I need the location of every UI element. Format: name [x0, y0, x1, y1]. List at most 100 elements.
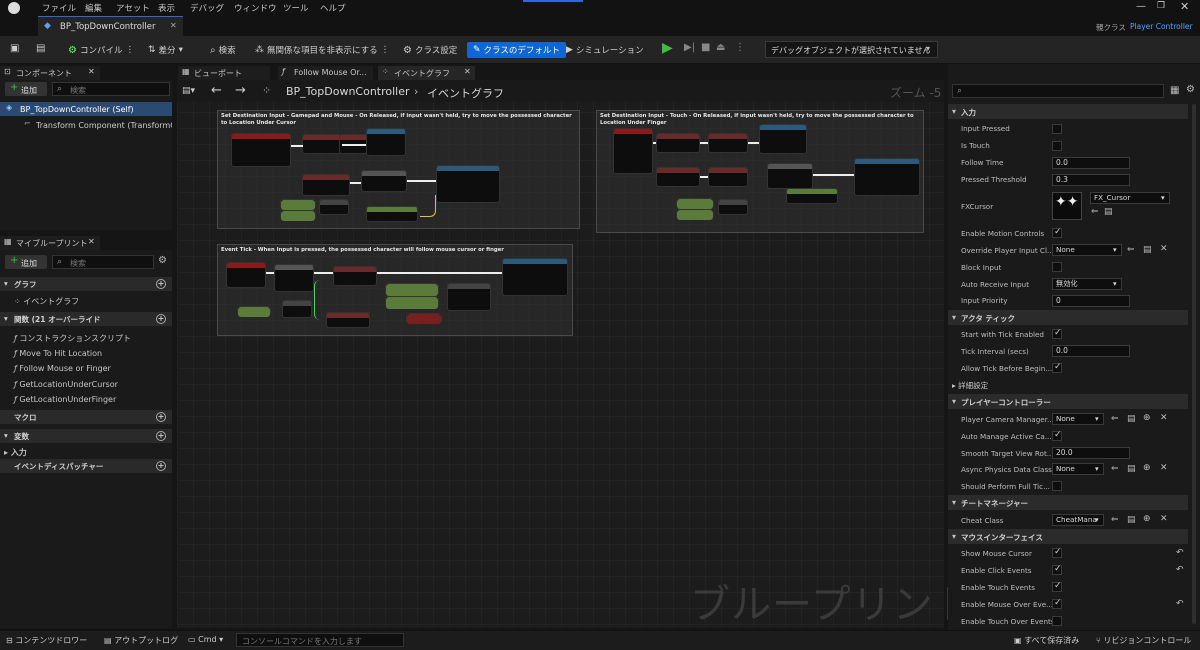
gear-icon[interactable]: ⚙	[158, 255, 167, 266]
tab-event-graph[interactable]: ⁘ イベントグラフ ✕	[378, 66, 475, 80]
class-defaults-button[interactable]: ✎ クラスのデフォルト	[467, 42, 566, 58]
details-section-mouse-interface[interactable]: ▾ マウスインターフェイス	[948, 529, 1188, 544]
node-get-location-under-cursor[interactable]	[366, 206, 418, 222]
node-set[interactable]	[708, 167, 748, 187]
parent-class-link[interactable]: Player Controller	[1130, 22, 1193, 31]
add-macro-icon[interactable]: +	[156, 412, 166, 422]
add-dispatcher-icon[interactable]: +	[156, 461, 166, 471]
node-pressed-threshold[interactable]	[280, 210, 316, 221]
prop-pressed-threshold-input[interactable]: 0.3	[1052, 174, 1130, 186]
node-follow-time[interactable]	[676, 198, 714, 209]
graph-section[interactable]: ▾ グラフ +	[0, 277, 172, 291]
use-selected-icon[interactable]: ⇐	[1111, 515, 1119, 525]
table-view-icon[interactable]: ▦	[1170, 85, 1179, 96]
gear-icon[interactable]: ⚙	[1186, 84, 1195, 95]
hide-unrelated-button[interactable]: ⁂ 無関係な項目を非表示にする ⋮	[255, 42, 389, 58]
save-status[interactable]: ▣ すべて保存済み	[1014, 635, 1079, 646]
components-tab[interactable]: ⊡ コンポーネント ✕	[0, 66, 100, 80]
node-follow-time[interactable]	[237, 306, 271, 317]
node-add[interactable]	[282, 300, 312, 318]
override-input-select[interactable]: None ▾	[1052, 244, 1122, 256]
save-icon[interactable]: ▣	[10, 43, 19, 54]
prop-input-priority-input[interactable]: 0	[1052, 295, 1130, 307]
add-icon[interactable]: ⊕	[1143, 514, 1151, 524]
details-section-cheat-manager[interactable]: ▾ チートマネージャー	[948, 495, 1188, 510]
node-input-event[interactable]	[231, 133, 291, 167]
menu-file[interactable]: ファイル	[42, 2, 76, 14]
clear-icon[interactable]: ✕	[1160, 463, 1168, 473]
node-input-touch[interactable]	[613, 128, 653, 174]
tab-viewport[interactable]: ▦ ビューポート	[178, 66, 270, 80]
tab-bp-topdowncontroller[interactable]: ◆ BP_TopDownController ✕	[38, 16, 183, 36]
node-select[interactable]	[447, 283, 491, 311]
node-compare[interactable]	[718, 199, 748, 215]
add-blueprint-item-button[interactable]: + 追加	[5, 255, 47, 269]
search-button[interactable]: ⌕ 検索	[210, 42, 236, 58]
node-pressed-threshold[interactable]	[676, 209, 714, 220]
functions-section[interactable]: ▾ 関数 (21 オーバーライド +	[0, 312, 172, 326]
browse-icon[interactable]: ▤	[36, 43, 45, 54]
close-tab-icon[interactable]: ✕	[170, 21, 177, 30]
node-move-to-location[interactable]	[854, 158, 920, 196]
function-item[interactable]: ƒ Move To Hit Location	[14, 349, 102, 358]
function-item[interactable]: ƒ GetLocationUnderFinger	[14, 395, 116, 404]
fxcursor-select[interactable]: FX_Cursor ▾	[1090, 192, 1170, 204]
back-arrow-icon[interactable]: ←	[211, 83, 222, 98]
minimize-icon[interactable]: —	[1136, 1, 1146, 12]
prop-enable-touch-over-checkbox[interactable]	[1052, 616, 1062, 626]
diff-button[interactable]: ⇅ 差分 ▾	[148, 42, 183, 58]
reset-icon[interactable]: ↶	[1176, 548, 1184, 558]
node-get-location-under-cursor[interactable]	[385, 296, 439, 309]
cmd-button[interactable]: ▭ Cmd ▾	[188, 635, 223, 644]
details-search-input[interactable]: ⌕	[952, 84, 1164, 98]
add-icon[interactable]: ⊕	[1143, 413, 1151, 423]
use-selected-icon[interactable]: ⇐	[1111, 464, 1119, 474]
breadcrumb-blueprint[interactable]: BP_TopDownController	[286, 85, 410, 98]
prop-tick-interval-input[interactable]: 0.0	[1052, 345, 1130, 357]
prop-smooth-target-input[interactable]: 20.0	[1052, 447, 1130, 459]
async-physics-select[interactable]: None ▾	[1052, 463, 1104, 475]
step-icon[interactable]: ▶|	[684, 42, 695, 53]
node-is-touch[interactable]	[406, 313, 442, 324]
my-blueprint-tab[interactable]: ▦ マイブループリント ✕	[0, 236, 100, 250]
details-section-player-controller[interactable]: ▾ プレイヤーコントローラー	[948, 394, 1188, 409]
reset-icon[interactable]: ↶	[1176, 565, 1184, 575]
node-follow-mouse-or-finger[interactable]	[502, 258, 568, 296]
clear-icon[interactable]: ✕	[1160, 244, 1168, 254]
node-set[interactable]	[302, 174, 350, 196]
node-branch[interactable]	[767, 163, 813, 189]
prop-allow-tick-checkbox[interactable]	[1052, 362, 1062, 373]
add-function-icon[interactable]: +	[156, 314, 166, 324]
node-follow-time[interactable]	[280, 199, 316, 210]
clear-icon[interactable]: ✕	[1160, 514, 1168, 524]
node-set[interactable]	[656, 167, 700, 187]
maximize-icon[interactable]: ❐	[1157, 1, 1165, 11]
close-panel-icon[interactable]: ✕	[88, 237, 95, 246]
menu-icon[interactable]: ▤▾	[182, 86, 195, 96]
node-get-location-under-finger[interactable]	[786, 188, 838, 204]
prop-block-input-checkbox[interactable]	[1052, 262, 1062, 272]
function-item[interactable]: ƒ Follow Mouse or Finger	[14, 364, 111, 373]
use-selected-icon[interactable]: ⇐	[1091, 207, 1099, 217]
simulation-button[interactable]: ▶ シミュレーション	[566, 42, 644, 58]
close-tab-icon[interactable]: ✕	[464, 67, 471, 76]
debug-object-select[interactable]: デバッグオブジェクトが選択されていません ▾	[765, 41, 938, 58]
node-set[interactable]	[333, 266, 377, 286]
browse-icon[interactable]: ▤	[1127, 464, 1136, 474]
forward-arrow-icon[interactable]: →	[235, 83, 246, 98]
add-component-button[interactable]: + 追加	[5, 82, 47, 96]
node-set[interactable]	[302, 134, 342, 154]
event-graph-item[interactable]: ⁘ イベントグラフ	[14, 296, 79, 307]
prop-enable-touch-checkbox[interactable]	[1052, 581, 1062, 592]
console-input[interactable]: コンソールコマンドを入力します	[236, 633, 404, 647]
prop-start-tick-checkbox[interactable]	[1052, 328, 1062, 339]
camera-manager-select[interactable]: None ▾	[1052, 413, 1104, 425]
play-options-icon[interactable]: ⋮	[735, 42, 745, 53]
node-branch[interactable]	[361, 170, 407, 192]
cheat-class-select[interactable]: CheatMana ▾	[1052, 514, 1104, 526]
browse-icon[interactable]: ▤	[1127, 515, 1136, 525]
prop-enable-click-checkbox[interactable]	[1052, 564, 1062, 575]
unreal-logo-icon[interactable]	[8, 2, 20, 14]
class-settings-button[interactable]: ⚙ クラス設定	[403, 42, 457, 58]
details-scrollbar[interactable]	[1192, 104, 1196, 624]
